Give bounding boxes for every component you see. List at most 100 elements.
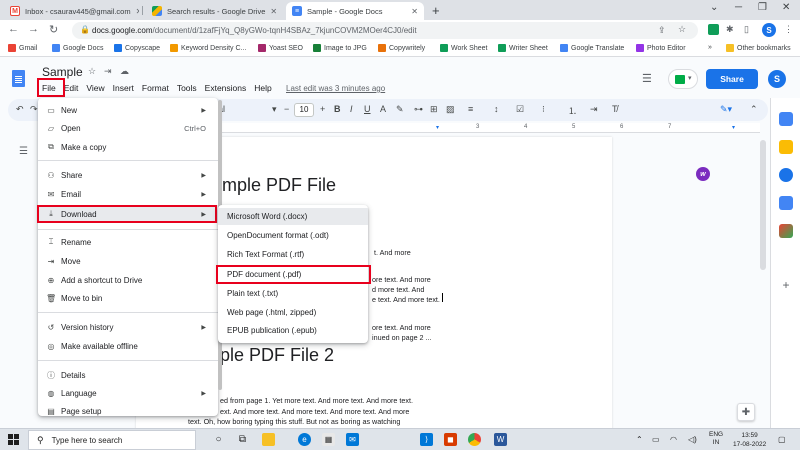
bookmark-image-to-jpg[interactable]: Image to JPG	[313, 44, 367, 52]
bookmark-star-icon[interactable]: ☆	[678, 24, 686, 35]
download-rtf[interactable]: Rich Text Format (.rtf)	[218, 246, 368, 263]
clear-formatting-icon[interactable]: T̸	[612, 104, 618, 114]
bookmark-writer-sheet[interactable]: Writer Sheet	[498, 44, 548, 52]
menu-item-page-setup[interactable]: ▤ Page setup	[38, 402, 218, 416]
indent-marker-icon[interactable]: ▾	[436, 124, 439, 131]
close-icon[interactable]: ✕	[406, 7, 418, 16]
decrease-font-icon[interactable]: −	[284, 104, 289, 114]
meet-button[interactable]: ▾	[668, 69, 698, 89]
back-icon[interactable]: ←	[8, 23, 19, 35]
checklist-icon[interactable]: ☑	[516, 104, 524, 115]
notification-icon[interactable]: ▢	[778, 435, 786, 444]
calendar-icon[interactable]	[779, 112, 793, 126]
download-txt[interactable]: Plain text (.txt)	[218, 285, 368, 302]
comment-history-icon[interactable]: ☰	[642, 72, 652, 85]
menu-format[interactable]: Format	[142, 83, 169, 93]
highlight-icon[interactable]: ✎	[396, 104, 404, 115]
indent-icon[interactable]: ⇥	[590, 104, 598, 115]
underline-icon[interactable]: U	[364, 104, 371, 114]
windows-start-icon[interactable]	[8, 434, 19, 445]
menu-extensions[interactable]: Extensions	[205, 83, 247, 93]
cloud-saved-icon[interactable]: ☁	[120, 66, 129, 77]
new-tab-button[interactable]: +	[432, 3, 440, 18]
extensions-puzzle-icon[interactable]: ✱	[726, 24, 734, 35]
store-icon[interactable]: ▦	[322, 433, 335, 446]
bookmark-copywritely[interactable]: Copywritely	[378, 44, 425, 52]
star-icon[interactable]: ☆	[88, 66, 96, 77]
taskbar-search-input[interactable]: ⚲ Type here to search	[28, 430, 196, 450]
download-odt[interactable]: OpenDocument format (.odt)	[218, 227, 368, 244]
line-spacing-icon[interactable]: ↕	[494, 104, 499, 114]
menu-item-add-shortcut[interactable]: ⊕ Add a shortcut to Drive	[38, 271, 218, 289]
lock-icon[interactable]: 🔒	[80, 25, 90, 34]
tab-google-drive[interactable]: Search results - Google Drive ✕	[146, 2, 281, 20]
maps-icon[interactable]	[779, 224, 793, 238]
maximize-icon[interactable]: ❐	[758, 2, 767, 13]
chrome-menu-icon[interactable]: ⋮	[784, 24, 793, 35]
tray-chevron-icon[interactable]: ⌃	[636, 435, 643, 444]
minimize-icon[interactable]: ─	[735, 2, 742, 13]
bulleted-list-icon[interactable]: ⁝	[542, 104, 545, 115]
share-page-icon[interactable]: ⇪	[658, 25, 666, 36]
menu-item-version-history[interactable]: ↺ Version history ▶	[38, 318, 218, 336]
vscode-icon[interactable]: ⟩	[420, 433, 433, 446]
numbered-list-icon[interactable]: ⒈	[568, 104, 577, 117]
menu-item-share[interactable]: ⚇ Share ▶	[38, 166, 218, 184]
menu-item-move[interactable]: ⇥ Move	[38, 252, 218, 270]
forward-icon[interactable]: →	[28, 23, 39, 35]
word-icon[interactable]: W	[494, 433, 507, 446]
chrome-icon[interactable]	[468, 433, 481, 446]
tab-google-docs[interactable]: ≡ Sample - Google Docs ✕	[286, 2, 424, 20]
language-indicator[interactable]: ENG IN	[709, 431, 723, 447]
menu-item-new[interactable]: ▭ New ▶	[38, 101, 218, 119]
close-icon[interactable]: ✕	[265, 7, 277, 16]
bookmarks-overflow-icon[interactable]: »	[708, 44, 712, 51]
image-icon[interactable]: ▨	[446, 104, 455, 115]
contacts-icon[interactable]	[779, 196, 793, 210]
increase-font-icon[interactable]: +	[320, 104, 325, 114]
task-view-icon[interactable]: ⧉	[236, 433, 249, 446]
reload-icon[interactable]: ↻	[49, 23, 58, 36]
mail-icon[interactable]: ✉	[346, 433, 359, 446]
network-icon[interactable]: ▭	[652, 435, 660, 444]
menu-view[interactable]: View	[86, 83, 104, 93]
bookmark-photo-editor[interactable]: Photo Editor	[636, 44, 686, 52]
explore-icon[interactable]: ✚	[737, 403, 755, 421]
writing-assistant-icon[interactable]: w	[696, 167, 710, 181]
tasks-icon[interactable]	[779, 168, 793, 182]
last-edit-link[interactable]: Last edit was 3 minutes ago	[286, 84, 385, 93]
document-scrollbar[interactable]	[760, 140, 766, 270]
cortana-icon[interactable]: ○	[212, 433, 225, 446]
profile-avatar[interactable]: S	[762, 23, 776, 37]
link-icon[interactable]: ⊶	[414, 104, 423, 115]
volume-icon[interactable]: ◁)	[688, 435, 697, 444]
menu-insert[interactable]: Insert	[113, 83, 134, 93]
menu-item-offline[interactable]: ◎ Make available offline	[38, 337, 218, 355]
bookmark-google-translate[interactable]: Google Translate	[560, 44, 624, 52]
editing-mode-icon[interactable]: ✎▾	[720, 104, 732, 115]
menu-item-language[interactable]: ◍ Language ▶	[38, 384, 218, 402]
move-folder-icon[interactable]: ⇥	[104, 66, 112, 77]
bookmark-gmail[interactable]: Gmail	[8, 44, 37, 52]
menu-item-email[interactable]: ✉ Email ▶	[38, 185, 218, 203]
bookmark-keyword-density[interactable]: Keyword Density C...	[170, 44, 246, 52]
menu-help[interactable]: Help	[254, 83, 271, 93]
share-button[interactable]: Share	[706, 69, 758, 89]
system-clock[interactable]: 13:59 17-08-2022	[733, 431, 766, 449]
bold-icon[interactable]: B	[334, 104, 341, 114]
text-color-icon[interactable]: A	[380, 104, 386, 114]
menu-edit[interactable]: Edit	[64, 83, 79, 93]
close-icon[interactable]: ✕	[131, 7, 139, 16]
menu-tools[interactable]: Tools	[177, 83, 197, 93]
tab-gmail[interactable]: M Inbox - csaurav445@gmail.com ✕	[4, 2, 139, 20]
menu-item-move-to-bin[interactable]: 🗑 Move to bin	[38, 289, 218, 307]
italic-icon[interactable]: I	[350, 104, 353, 114]
tab-search-icon[interactable]: ⌄	[710, 2, 718, 13]
bookmark-copyscape[interactable]: Copyscape	[114, 44, 160, 52]
edge-icon[interactable]: e	[298, 433, 311, 446]
bookmark-yoast[interactable]: Yoast SEO	[258, 44, 303, 52]
docs-logo-icon[interactable]	[12, 70, 25, 87]
menu-item-open[interactable]: ▱ Open Ctrl+O	[38, 119, 218, 137]
document-title[interactable]: Sample	[42, 65, 83, 79]
wifi-icon[interactable]: ◠	[670, 435, 677, 444]
